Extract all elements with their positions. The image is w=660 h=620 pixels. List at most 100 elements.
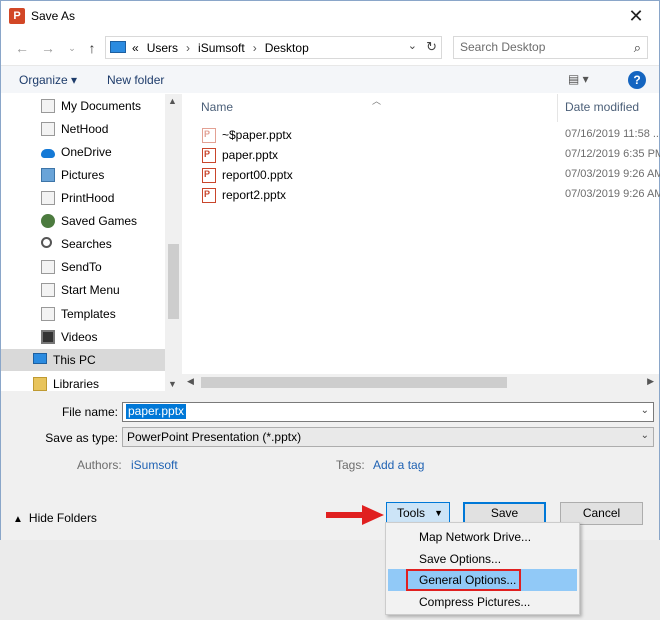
save-as-type-select[interactable]: PowerPoint Presentation (*.pptx) ⌄ (122, 427, 654, 447)
menu-item-general-options[interactable]: General Options... (388, 569, 577, 591)
hide-folders-label: Hide Folders (28, 511, 97, 525)
close-icon[interactable]: ✕ (621, 5, 651, 27)
nav-item-label: My Documents (61, 99, 142, 113)
red-arrow-icon (326, 505, 384, 525)
save-as-type-label: Save as type: (45, 431, 118, 445)
scroll-left-icon[interactable]: ◀ (187, 376, 194, 387)
shortcut-icon (41, 307, 55, 321)
help-icon[interactable]: ? (628, 71, 646, 89)
authors-value[interactable]: iSumsoft (131, 458, 178, 472)
breadcrumb-separator-icon: › (252, 41, 257, 55)
file-list-hscrollbar[interactable]: ◀ ▶ (182, 374, 659, 391)
pptx-file-icon (202, 168, 216, 183)
breadcrumb-separator-icon: › (186, 41, 191, 55)
caret-down-icon: ▼ (434, 508, 443, 518)
cloud-icon (41, 149, 55, 158)
file-row[interactable]: report00.pptx 07/03/2019 9:26 AM (182, 165, 660, 185)
file-list: ︿ Name Date modified ~$paper.pptx 07/16/… (182, 94, 660, 374)
column-divider[interactable] (557, 94, 558, 122)
nav-item-label: Start Menu (61, 283, 120, 297)
address-bar[interactable]: « Users › iSumsoft › Desktop ⌄ ↻ (105, 36, 442, 59)
file-name-value[interactable]: paper.pptx (126, 404, 187, 419)
nav-pane-scrollbar[interactable]: ▲ ▼ (165, 94, 182, 391)
nav-item-my-documents[interactable]: My Documents (1, 95, 165, 117)
search-icon[interactable]: ⌕ (634, 40, 641, 56)
scroll-up-icon[interactable]: ▲ (168, 96, 177, 106)
shortcut-icon (41, 260, 55, 274)
nav-item-libraries[interactable]: Libraries (1, 373, 165, 391)
file-name-field[interactable]: paper.pptx ⌄ (122, 402, 654, 422)
save-as-dialog: P Save As ✕ ← → ⌄ ↑ « Users › iSumsoft ›… (0, 0, 660, 540)
column-header-date-modified[interactable]: Date modified (565, 100, 639, 114)
nav-item-pictures[interactable]: Pictures (1, 164, 165, 186)
file-name: report00.pptx (222, 168, 293, 182)
forward-arrow-icon[interactable]: → (39, 39, 57, 57)
nav-item-videos[interactable]: Videos (1, 326, 165, 348)
red-highlight-box (406, 569, 521, 591)
pptx-file-icon (202, 128, 216, 143)
pc-icon (33, 353, 47, 364)
menu-item-save-options[interactable]: Save Options... (388, 548, 577, 570)
nav-item-label: Libraries (53, 377, 100, 391)
nav-item-templates[interactable]: Templates (1, 303, 165, 325)
breadcrumb-users[interactable]: Users (147, 41, 178, 55)
scroll-down-icon[interactable]: ▼ (168, 379, 177, 389)
search-box[interactable]: ⌕ (453, 36, 648, 59)
nav-item-start-menu[interactable]: Start Menu (1, 279, 165, 301)
column-header-name[interactable]: Name (201, 100, 233, 114)
file-row[interactable]: ~$paper.pptx 07/16/2019 11:58 ... (182, 125, 660, 145)
up-arrow-icon[interactable]: ↑ (83, 39, 101, 57)
recent-dropdown-icon[interactable]: ⌄ (63, 39, 81, 57)
pictures-icon (41, 168, 55, 182)
scrollbar-thumb[interactable] (201, 377, 507, 388)
nav-item-onedrive[interactable]: OneDrive (1, 141, 165, 163)
nav-item-nethood[interactable]: NetHood (1, 118, 165, 140)
chevron-down-icon[interactable]: ⌄ (641, 405, 649, 416)
nav-item-this-pc[interactable]: This PC (1, 349, 165, 371)
change-view-icon[interactable]: ▤ ▾ (568, 72, 589, 86)
organize-button[interactable]: Organize ▾ (19, 73, 77, 87)
nav-item-label: PrintHood (61, 191, 115, 205)
file-row[interactable]: paper.pptx 07/12/2019 6:35 PM (182, 145, 660, 165)
breadcrumb-desktop[interactable]: Desktop (265, 41, 309, 55)
chevron-down-icon[interactable]: ⌄ (408, 39, 417, 52)
breadcrumb: « Users › iSumsoft › Desktop (132, 41, 309, 55)
command-bar: Organize ▾ New folder ▤ ▾ ? (1, 65, 659, 93)
refresh-icon[interactable]: ↻ (426, 39, 437, 55)
nav-item-label: Templates (61, 307, 116, 321)
breadcrumb-overflow[interactable]: « (132, 41, 139, 55)
shortcut-icon (41, 99, 55, 113)
new-folder-button[interactable]: New folder (107, 73, 164, 87)
hide-folders-button[interactable]: ▲ Hide Folders (13, 511, 97, 525)
nav-item-sendto[interactable]: SendTo (1, 256, 165, 278)
sort-ascending-icon: ︿ (372, 96, 382, 106)
search-input[interactable] (460, 40, 620, 54)
nav-item-printhood[interactable]: PrintHood (1, 187, 165, 209)
pptx-file-icon (202, 188, 216, 203)
scrollbar-thumb[interactable] (168, 244, 179, 319)
dialog-title: Save As (31, 9, 76, 23)
tags-value[interactable]: Add a tag (373, 458, 424, 472)
file-row[interactable]: report2.pptx 07/03/2019 9:26 AM (182, 185, 660, 205)
navigation-pane: My Documents NetHood OneDrive Pictures P… (1, 94, 181, 391)
back-arrow-icon[interactable]: ← (13, 39, 31, 57)
menu-item-map-network-drive[interactable]: Map Network Drive... (388, 526, 577, 548)
file-name: ~$paper.pptx (222, 128, 292, 142)
menu-item-compress-pictures[interactable]: Compress Pictures... (388, 591, 577, 613)
file-date: 07/16/2019 11:58 ... (565, 128, 660, 140)
scroll-right-icon[interactable]: ▶ (647, 376, 654, 387)
nav-item-label: OneDrive (61, 145, 112, 159)
file-date: 07/12/2019 6:35 PM (565, 148, 660, 160)
file-name-label: File name: (61, 405, 118, 419)
chevron-down-icon[interactable]: ⌄ (641, 430, 649, 441)
tools-dropdown-menu: Map Network Drive... Save Options... Gen… (385, 522, 580, 615)
search-icon (41, 237, 52, 248)
file-name: report2.pptx (222, 188, 287, 202)
nav-item-saved-games[interactable]: Saved Games (1, 210, 165, 232)
games-icon (41, 214, 55, 228)
shortcut-icon (41, 191, 55, 205)
authors-label: Authors: (77, 458, 122, 472)
nav-item-searches[interactable]: Searches (1, 233, 165, 255)
breadcrumb-isumsoft[interactable]: iSumsoft (198, 41, 245, 55)
chevron-up-icon: ▲ (13, 514, 23, 525)
